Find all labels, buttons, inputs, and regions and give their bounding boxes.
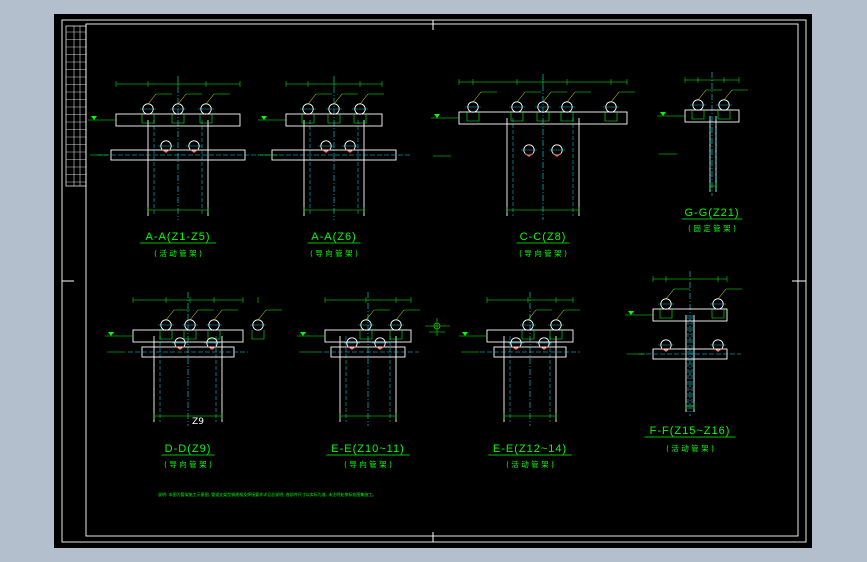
- section-title: E-E(Z10~11): [331, 443, 404, 455]
- section-subtitle: ( 导 向 管 架 ): [344, 459, 392, 469]
- section-subtitle: ( 导 向 管 架 ): [310, 248, 358, 258]
- section-title: A-A(Z6): [311, 231, 357, 243]
- section-title: D-D(Z9): [165, 443, 212, 455]
- section-title: E-E(Z12~14): [493, 443, 567, 455]
- section-subtitle: ( 固 定 管 架 ): [688, 223, 736, 233]
- section-title: C-C(Z8): [520, 231, 567, 243]
- section-subtitle: ( 导 向 管 架 ): [164, 459, 212, 469]
- cad-drawing-viewport[interactable]: A-A(Z1-Z5) ( 活 动 管 架 ) A-A(Z6) ( 导 向 管 架 ) C…: [0, 0, 867, 562]
- general-note: 说明: 本图为管架施工示意图, 管道支架型钢规格及焊接要求详见总说明, 各部件尺…: [158, 491, 376, 497]
- section-title: F-F(Z15~Z16): [650, 425, 731, 437]
- section-subtitle: ( 活 动 管 架 ): [666, 443, 714, 453]
- section-subtitle: ( 导 向 管 架 ): [519, 248, 567, 258]
- section-subtitle: ( 活 动 管 架 ): [154, 248, 202, 258]
- support-tag: Z9: [192, 417, 204, 427]
- section-title: G-G(Z21): [684, 207, 739, 219]
- section-title: A-A(Z1-Z5): [146, 231, 211, 243]
- section-subtitle: ( 活 动 管 架 ): [506, 459, 554, 469]
